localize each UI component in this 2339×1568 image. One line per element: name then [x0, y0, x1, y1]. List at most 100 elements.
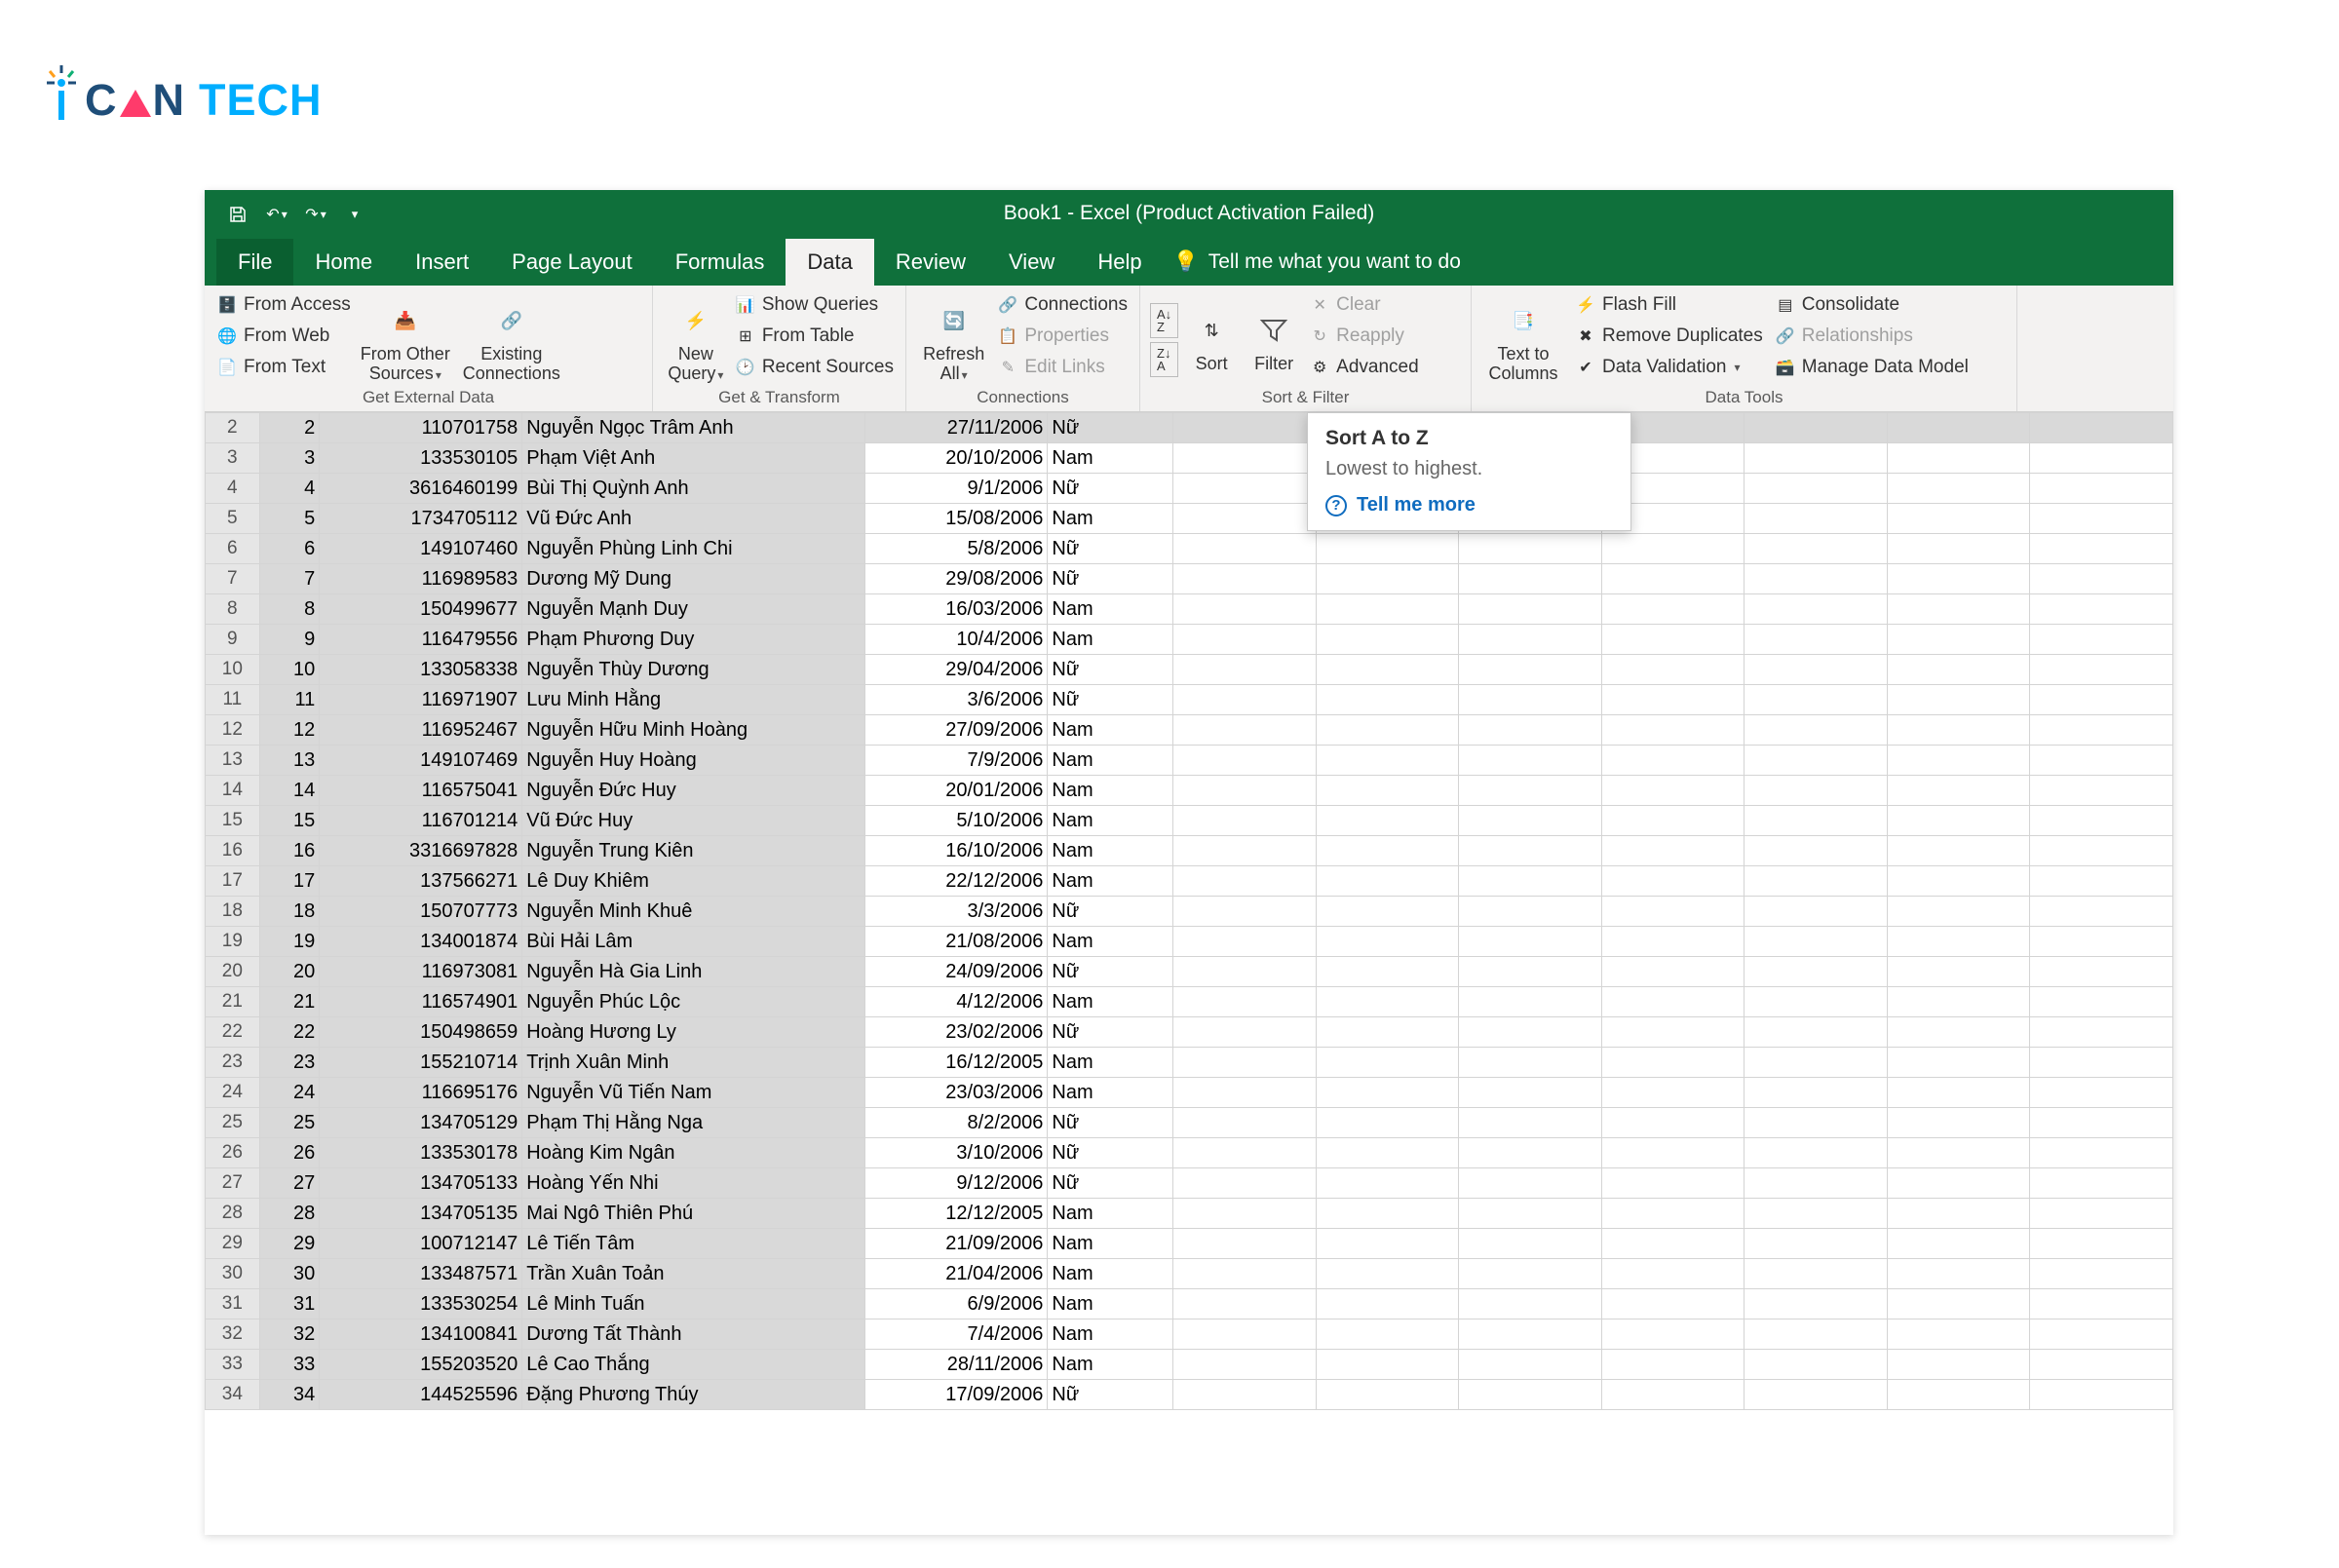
cell-empty[interactable]	[1173, 836, 1317, 866]
cell-empty[interactable]	[1887, 1259, 2030, 1289]
cell-empty[interactable]	[1745, 1380, 1888, 1410]
cell-empty[interactable]	[1459, 1319, 1602, 1350]
cell[interactable]: 16	[259, 836, 320, 866]
table-row[interactable]: 2424116695176Nguyễn Vũ Tiến Nam23/03/200…	[206, 1078, 2173, 1108]
cell[interactable]: 116479556	[320, 625, 522, 655]
row-header[interactable]: 8	[206, 594, 260, 625]
cell[interactable]: Hoàng Kim Ngân	[522, 1138, 865, 1168]
row-header[interactable]: 24	[206, 1078, 260, 1108]
cell[interactable]: 24/09/2006	[864, 957, 1048, 987]
cell[interactable]: 7/9/2006	[864, 746, 1048, 776]
cell[interactable]: Nam	[1048, 1289, 1173, 1319]
cell[interactable]: 133530178	[320, 1138, 522, 1168]
cell[interactable]: 16/03/2006	[864, 594, 1048, 625]
cell-empty[interactable]	[1601, 625, 1745, 655]
cell[interactable]: Lê Tiến Tâm	[522, 1229, 865, 1259]
cell[interactable]: 144525596	[320, 1380, 522, 1410]
cell-empty[interactable]	[1316, 866, 1459, 897]
cell[interactable]: Nguyễn Minh Khuê	[522, 897, 865, 927]
table-row[interactable]: 1010133058338Nguyễn Thùy Dương29/04/2006…	[206, 655, 2173, 685]
cell-empty[interactable]	[1745, 534, 1888, 564]
cell[interactable]: Hoàng Yến Nhi	[522, 1168, 865, 1199]
cell-empty[interactable]	[1316, 1259, 1459, 1289]
consolidate-button[interactable]: ▤Consolidate	[1773, 291, 1971, 319]
cell-empty[interactable]	[1601, 1229, 1745, 1259]
cell-empty[interactable]	[2030, 987, 2173, 1017]
cell-empty[interactable]	[1316, 685, 1459, 715]
tab-review[interactable]: Review	[874, 239, 987, 286]
cell[interactable]: 5/8/2006	[864, 534, 1048, 564]
cell[interactable]: 3616460199	[320, 474, 522, 504]
cell-empty[interactable]	[2030, 1048, 2173, 1078]
row-header[interactable]: 31	[206, 1289, 260, 1319]
cell-empty[interactable]	[1745, 987, 1888, 1017]
cell-empty[interactable]	[2030, 927, 2173, 957]
cell-empty[interactable]	[2030, 957, 2173, 987]
cell[interactable]: 149107460	[320, 534, 522, 564]
cell-empty[interactable]	[1887, 987, 2030, 1017]
cell-empty[interactable]	[1887, 957, 2030, 987]
cell-empty[interactable]	[1601, 655, 1745, 685]
cell-empty[interactable]	[2030, 474, 2173, 504]
cell[interactable]: Trịnh Xuân Minh	[522, 1048, 865, 1078]
cell-empty[interactable]	[1459, 1048, 1602, 1078]
cell[interactable]: 28/11/2006	[864, 1350, 1048, 1380]
row-header[interactable]: 21	[206, 987, 260, 1017]
cell-empty[interactable]	[1459, 1199, 1602, 1229]
cell-empty[interactable]	[1173, 897, 1317, 927]
table-row[interactable]: 2323155210714Trịnh Xuân Minh16/12/2005Na…	[206, 1048, 2173, 1078]
table-row[interactable]: 2525134705129Phạm Thị Hằng Nga8/2/2006Nữ	[206, 1108, 2173, 1138]
cell-empty[interactable]	[1745, 1108, 1888, 1138]
cell-empty[interactable]	[1887, 1380, 2030, 1410]
cell-empty[interactable]	[1887, 474, 2030, 504]
cell[interactable]: 29/04/2006	[864, 655, 1048, 685]
cell-empty[interactable]	[1316, 1168, 1459, 1199]
cell-empty[interactable]	[1601, 776, 1745, 806]
cell-empty[interactable]	[1887, 1168, 2030, 1199]
cell-empty[interactable]	[1887, 1108, 2030, 1138]
cell[interactable]: 12/12/2005	[864, 1199, 1048, 1229]
cell[interactable]: Nguyễn Hà Gia Linh	[522, 957, 865, 987]
cell[interactable]: 20/10/2006	[864, 443, 1048, 474]
cell[interactable]: 7/4/2006	[864, 1319, 1048, 1350]
new-query-button[interactable]: ⚡ New Query▾	[663, 291, 729, 388]
cell[interactable]: Nguyễn Trung Kiên	[522, 836, 865, 866]
cell-empty[interactable]	[1316, 1108, 1459, 1138]
from-text-button[interactable]: 📄From Text	[214, 354, 353, 381]
table-row[interactable]: 551734705112Vũ Đức Anh15/08/2006Nam	[206, 504, 2173, 534]
cell-empty[interactable]	[2030, 806, 2173, 836]
cell-empty[interactable]	[1745, 715, 1888, 746]
cell-empty[interactable]	[1601, 564, 1745, 594]
table-row[interactable]: 1919134001874Bùi Hải Lâm21/08/2006Nam	[206, 927, 2173, 957]
cell[interactable]: 100712147	[320, 1229, 522, 1259]
cell[interactable]: 21/08/2006	[864, 927, 1048, 957]
cell-empty[interactable]	[2030, 443, 2173, 474]
cell[interactable]: Nữ	[1048, 1380, 1173, 1410]
cell-empty[interactable]	[1316, 1048, 1459, 1078]
cell[interactable]: Mai Ngô Thiên Phú	[522, 1199, 865, 1229]
cell-empty[interactable]	[1745, 1017, 1888, 1048]
cell-empty[interactable]	[1601, 806, 1745, 836]
cell[interactable]: 24	[259, 1078, 320, 1108]
cell[interactable]: 137566271	[320, 866, 522, 897]
cell-empty[interactable]	[1173, 1199, 1317, 1229]
cell-empty[interactable]	[1601, 927, 1745, 957]
cell[interactable]: 116989583	[320, 564, 522, 594]
cell-empty[interactable]	[1601, 1138, 1745, 1168]
cell[interactable]: Nữ	[1048, 413, 1173, 443]
cell[interactable]: Nữ	[1048, 474, 1173, 504]
cell-empty[interactable]	[1459, 1380, 1602, 1410]
cell[interactable]: Nam	[1048, 746, 1173, 776]
cell-empty[interactable]	[2030, 1078, 2173, 1108]
cell[interactable]: 6	[259, 534, 320, 564]
cell-empty[interactable]	[1459, 594, 1602, 625]
cell-empty[interactable]	[2030, 504, 2173, 534]
table-row[interactable]: 2020116973081Nguyễn Hà Gia Linh24/09/200…	[206, 957, 2173, 987]
cell-empty[interactable]	[1601, 594, 1745, 625]
cell[interactable]: Nam	[1048, 715, 1173, 746]
table-row[interactable]: 88150499677Nguyễn Mạnh Duy16/03/2006Nam	[206, 594, 2173, 625]
cell[interactable]: 33	[259, 1350, 320, 1380]
cell[interactable]: Phạm Thị Hằng Nga	[522, 1108, 865, 1138]
cell[interactable]: Phạm Việt Anh	[522, 443, 865, 474]
row-header[interactable]: 13	[206, 746, 260, 776]
